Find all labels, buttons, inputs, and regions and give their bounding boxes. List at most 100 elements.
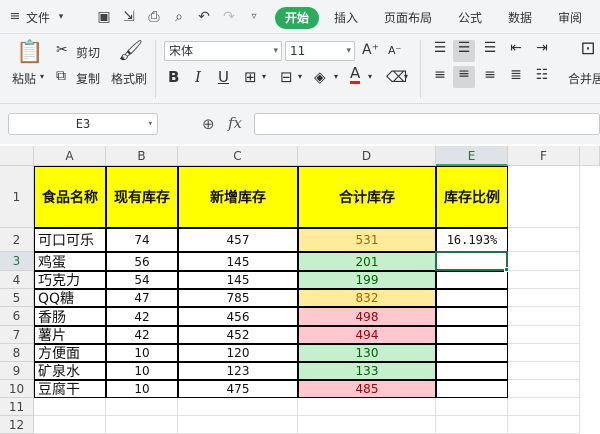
- total-stock-cell[interactable]: 130: [298, 344, 436, 362]
- function-button[interactable]: fx: [228, 114, 242, 132]
- table-header-cell[interactable]: 新增库存: [178, 166, 298, 228]
- copy-button[interactable]: 复制: [76, 70, 100, 87]
- fill-color-icon[interactable]: ◈: [314, 68, 326, 86]
- chevron-down-icon[interactable]: ▾: [368, 72, 372, 81]
- align-center-icon[interactable]: ≡: [453, 66, 475, 88]
- column-header-d[interactable]: D: [298, 146, 436, 166]
- underline-button[interactable]: U: [218, 68, 229, 86]
- grid-cell[interactable]: [508, 271, 580, 289]
- total-stock-cell[interactable]: 199: [298, 271, 436, 289]
- grid-cell[interactable]: [298, 416, 436, 434]
- ratio-cell[interactable]: [436, 289, 508, 307]
- file-menu[interactable]: 文件: [26, 9, 50, 26]
- decrease-font-icon[interactable]: A⁻: [388, 44, 401, 57]
- grid-cell[interactable]: [436, 398, 508, 416]
- align-left-icon[interactable]: ≡: [430, 67, 450, 83]
- item-name-cell[interactable]: 可口可乐: [34, 228, 106, 252]
- column-header-a[interactable]: A: [34, 146, 106, 166]
- ratio-cell[interactable]: [436, 307, 508, 326]
- grid-cell[interactable]: [508, 252, 580, 271]
- row-header-12[interactable]: 12: [0, 416, 34, 434]
- grid-cell[interactable]: [508, 380, 580, 398]
- ratio-cell[interactable]: [436, 326, 508, 344]
- justify-icon[interactable]: ≣: [506, 67, 526, 83]
- name-box[interactable]: E3 ▾: [8, 113, 158, 135]
- font-color-icon[interactable]: A: [350, 66, 361, 84]
- column-header-g[interactable]: [580, 146, 600, 166]
- tab-review[interactable]: 审阅: [558, 9, 582, 26]
- row-header-5[interactable]: 5: [0, 289, 34, 307]
- column-header-e[interactable]: E: [436, 146, 508, 166]
- grid-cell[interactable]: [508, 289, 580, 307]
- font-name-select[interactable]: 宋体 ▾: [164, 41, 282, 61]
- row-header-6[interactable]: 6: [0, 307, 34, 326]
- chevron-down-icon[interactable]: ▾: [262, 72, 266, 81]
- number-cell[interactable]: 47: [106, 289, 178, 307]
- number-cell[interactable]: 54: [106, 271, 178, 289]
- number-cell[interactable]: 145: [178, 252, 298, 271]
- total-stock-cell[interactable]: 832: [298, 289, 436, 307]
- chevron-down-icon[interactable]: ▾: [334, 72, 338, 81]
- selected-cell-e3[interactable]: [435, 251, 508, 271]
- select-all-corner[interactable]: [0, 146, 34, 166]
- column-header-c[interactable]: C: [178, 146, 298, 166]
- print-preview-icon[interactable]: ⌕: [170, 8, 188, 26]
- align-right-icon[interactable]: ≡: [480, 67, 500, 83]
- grid-cell[interactable]: [34, 416, 106, 434]
- number-cell[interactable]: 785: [178, 289, 298, 307]
- customize-toolbar-icon[interactable]: ▿: [245, 8, 263, 26]
- hamburger-icon[interactable]: ≡: [6, 8, 24, 26]
- row-header-7[interactable]: 7: [0, 326, 34, 344]
- tab-page-layout[interactable]: 页面布局: [384, 9, 432, 26]
- grid-cell[interactable]: [508, 307, 580, 326]
- copy-icon[interactable]: ⧉: [56, 68, 66, 84]
- number-cell[interactable]: 10: [106, 362, 178, 380]
- item-name-cell[interactable]: 香肠: [34, 307, 106, 326]
- distribute-icon[interactable]: ☷: [532, 67, 552, 83]
- chevron-down-icon[interactable]: ▾: [298, 72, 302, 81]
- grid-cell[interactable]: [508, 326, 580, 344]
- align-middle-icon[interactable]: ☰: [453, 40, 475, 62]
- number-cell[interactable]: 74: [106, 228, 178, 252]
- total-stock-cell[interactable]: 485: [298, 380, 436, 398]
- number-cell[interactable]: 123: [178, 362, 298, 380]
- bold-button[interactable]: B: [168, 68, 179, 86]
- row-header-11[interactable]: 11: [0, 398, 34, 416]
- item-name-cell[interactable]: 豆腐干: [34, 380, 106, 398]
- item-name-cell[interactable]: 鸡蛋: [34, 252, 106, 271]
- indent-increase-icon[interactable]: ⇥: [532, 40, 552, 56]
- chevron-down-icon[interactable]: ▾: [40, 72, 44, 81]
- item-name-cell[interactable]: 巧克力: [34, 271, 106, 289]
- number-cell[interactable]: 145: [178, 271, 298, 289]
- item-name-cell[interactable]: 薯片: [34, 326, 106, 344]
- paste-button[interactable]: 粘贴: [12, 70, 36, 87]
- item-name-cell[interactable]: 方便面: [34, 344, 106, 362]
- row-header-10[interactable]: 10: [0, 380, 34, 398]
- save-icon[interactable]: ▣: [95, 8, 113, 26]
- tab-insert[interactable]: 插入: [334, 9, 358, 26]
- chevron-down-icon[interactable]: ▾: [52, 8, 70, 26]
- row-header-9[interactable]: 9: [0, 362, 34, 380]
- number-cell[interactable]: 456: [178, 307, 298, 326]
- row-header-1[interactable]: 1: [0, 166, 34, 228]
- column-header-b[interactable]: B: [106, 146, 178, 166]
- grid-cell[interactable]: [508, 344, 580, 362]
- tab-data[interactable]: 数据: [508, 9, 532, 26]
- total-stock-cell[interactable]: 201: [298, 252, 436, 271]
- italic-button[interactable]: I: [195, 68, 201, 86]
- ratio-cell[interactable]: 16.193%: [436, 228, 508, 252]
- row-header-8[interactable]: 8: [0, 344, 34, 362]
- ratio-cell[interactable]: [436, 271, 508, 289]
- table-header-cell[interactable]: 食品名称: [34, 166, 106, 228]
- number-cell[interactable]: 120: [178, 344, 298, 362]
- table-header-cell[interactable]: 库存比例: [436, 166, 508, 228]
- borders-icon[interactable]: ⊞: [244, 68, 257, 86]
- grid-cell[interactable]: [436, 416, 508, 434]
- table-header-cell[interactable]: 现有库存: [106, 166, 178, 228]
- row-header-2[interactable]: 2: [0, 228, 34, 252]
- grid-cell[interactable]: [508, 228, 580, 252]
- align-bottom-icon[interactable]: ☰: [480, 40, 500, 56]
- row-header-4[interactable]: 4: [0, 271, 34, 289]
- grid-cell[interactable]: [106, 398, 178, 416]
- table-header-cell[interactable]: 合计库存: [298, 166, 436, 228]
